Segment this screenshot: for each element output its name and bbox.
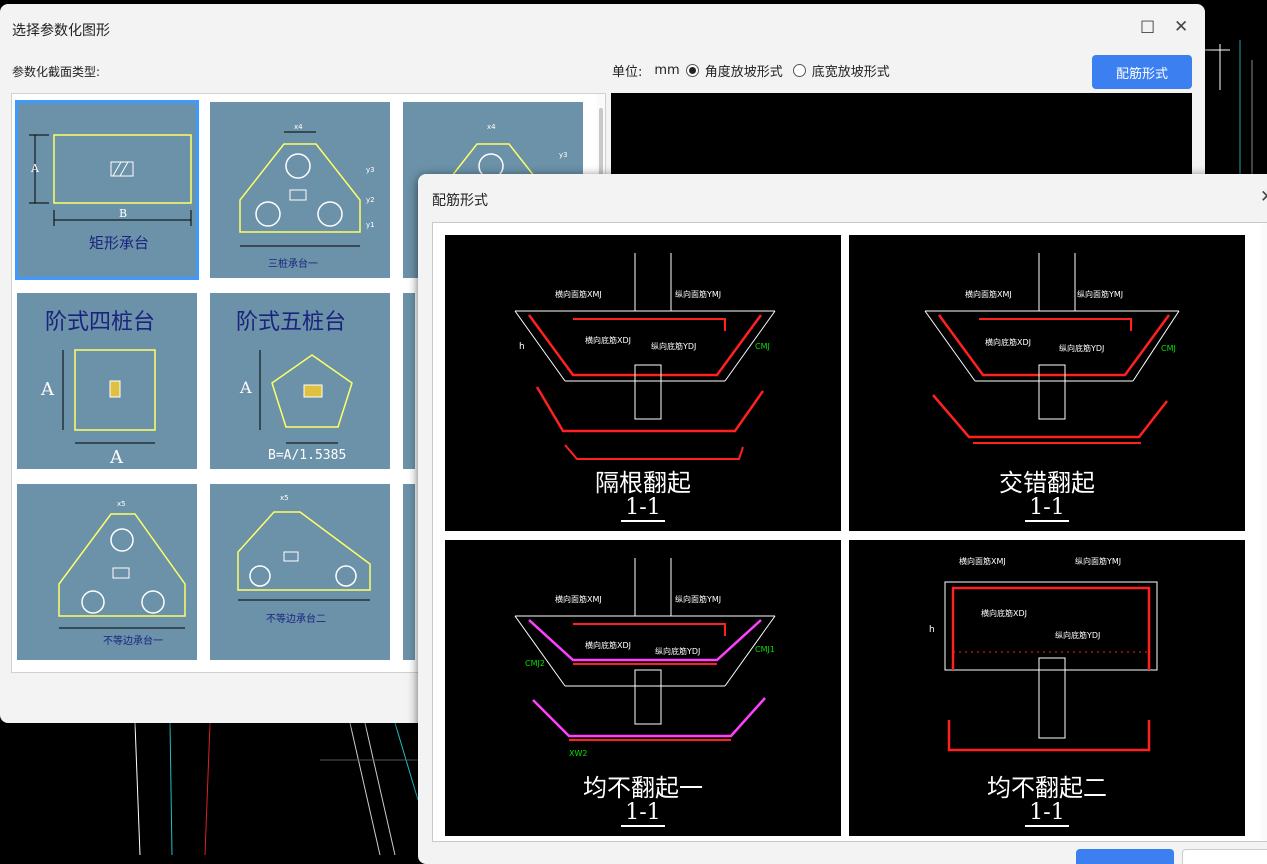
h-bot-label: 横向底筋XDJ [981, 608, 1027, 618]
dim-a: A [239, 378, 252, 397]
dim-y1: y1 [366, 221, 375, 229]
rebar-form-dialog: 配筋形式 ✕ 横向面筋XMJ 纵向面筋YMJ 横向底筋XDJ 纵向底筋YDJ C… [418, 174, 1267, 864]
tile-label: 矩形承台 [89, 234, 149, 252]
tile-unequal-cap-1[interactable]: x5 不等边承台一 [17, 484, 197, 660]
section-label: 1-1 [849, 495, 1245, 522]
section-label: 1-1 [849, 800, 1245, 827]
cmj2-label: CMJ2 [525, 659, 545, 668]
close-icon[interactable]: ✕ [1260, 189, 1267, 206]
v-bot-label: 纵向底筋YDJ [651, 341, 696, 351]
dim-y2: y2 [366, 196, 375, 204]
panel-staggered-bend[interactable]: 横向面筋XMJ 纵向面筋YMJ 横向底筋XDJ 纵向底筋YDJ CMJ 交错翻起… [849, 235, 1245, 531]
dim-x4: x4 [294, 123, 303, 131]
section-label: 1-1 [445, 495, 841, 522]
dim-a-vertical: A [40, 379, 55, 400]
panel-alternate-bend[interactable]: 横向面筋XMJ 纵向面筋YMJ 横向底筋XDJ 纵向底筋YDJ CMJ h 隔根… [445, 235, 841, 531]
three-pile-drawing: x4 y3 y2 y1 三桩承台一 [239, 123, 375, 270]
ok-button[interactable] [1076, 849, 1174, 864]
close-icon[interactable]: ✕ [1174, 19, 1188, 36]
v-top-label: 纵向面筋YMJ [675, 594, 721, 604]
v-top-label: 纵向面筋YMJ [1077, 289, 1123, 299]
dim-a: A [30, 162, 40, 175]
dim-y3: y3 [559, 151, 568, 159]
panel-caption: 均不翻起二 [987, 774, 1107, 802]
v-bot-label: 纵向底筋YDJ [655, 646, 700, 656]
tile-partial-6[interactable] [403, 293, 415, 469]
tile-partial-9[interactable] [403, 484, 415, 660]
h-label: h [519, 342, 525, 352]
tile-unequal-cap-2[interactable]: x5 不等边承台二 [210, 484, 390, 660]
tile-stepped-four-pile[interactable]: 阶式四桩台 A A [17, 293, 197, 469]
panel-caption: 交错翻起 [999, 469, 1095, 497]
tile-label: 阶式五桩台 [236, 310, 346, 335]
cmj-label: CMJ [755, 342, 770, 351]
h-top-label: 横向面筋XMJ [959, 556, 1006, 566]
h-top-label: 横向面筋XMJ [555, 289, 602, 299]
dim-b-formula: B=A/1.5385 [268, 448, 346, 463]
unit-label: 单位: [612, 65, 643, 80]
panel-scrollbar[interactable] [1261, 223, 1267, 841]
panel-caption: 均不翻起一 [583, 774, 703, 802]
angle-slope-label[interactable]: 角度放坡形式 [705, 61, 783, 80]
rebar-form-button[interactable]: 配筋形式 [1092, 55, 1192, 89]
dim-b: B [119, 207, 127, 220]
angle-slope-radio[interactable] [685, 64, 699, 77]
width-slope-label[interactable]: 底宽放坡形式 [812, 61, 890, 80]
h-label: h [929, 625, 935, 635]
width-slope-radio[interactable] [792, 64, 806, 77]
tile-label: 三桩承台一 [268, 257, 318, 270]
v-top-label: 纵向面筋YMJ [675, 289, 721, 299]
section-type-label: 参数化截面类型: [12, 65, 101, 79]
tile-three-pile-cap-1[interactable]: x4 y3 y2 y1 三桩承台一 [210, 102, 390, 278]
tile-stepped-five-pile[interactable]: 阶式五桩台 A B=A/1.5385 [210, 293, 390, 469]
dialog-title: 选择参数化图形 [12, 23, 110, 39]
v-bot-label: 纵向底筋YDJ [1055, 630, 1100, 640]
h-top-label: 横向面筋XMJ [965, 289, 1012, 299]
h-bot-label: 横向底筋XDJ [585, 335, 631, 345]
rect-cap-drawing: A B 矩形承台 [29, 134, 192, 252]
unequal-2-drawing: x5 不等边承台二 [237, 494, 371, 625]
section-label: 1-1 [445, 800, 841, 827]
maximize-icon[interactable]: ☐ [1140, 20, 1155, 37]
dialog-title: 配筋形式 [432, 193, 488, 209]
dim-a-horizontal: A [109, 447, 124, 468]
panel-no-bend-1[interactable]: 横向面筋XMJ 纵向面筋YMJ 横向底筋XDJ 纵向底筋YDJ CMJ1 CMJ… [445, 540, 841, 836]
tile-label: 不等边承台二 [266, 612, 326, 625]
tile-label: 不等边承台一 [103, 634, 163, 647]
tile-rect-cap[interactable]: A B 矩形承台 [15, 100, 199, 280]
tile-label: 阶式四桩台 [45, 310, 155, 335]
cmj-label: CMJ [1161, 344, 1176, 353]
stepped-four-drawing: 阶式四桩台 A A [40, 310, 156, 468]
h-bot-label: 横向底筋XDJ [585, 640, 631, 650]
unequal-1-drawing: x5 不等边承台一 [58, 500, 186, 647]
dim-x4: x4 [487, 123, 496, 131]
cmj1-label: CMJ1 [755, 645, 775, 654]
dim-x5: x5 [280, 494, 289, 502]
panel-caption: 隔根翻起 [595, 469, 691, 497]
rebar-panel-frame: 横向面筋XMJ 纵向面筋YMJ 横向底筋XDJ 纵向底筋YDJ CMJ h 隔根… [432, 222, 1267, 842]
cancel-button[interactable] [1182, 849, 1267, 864]
v-bot-label: 纵向底筋YDJ [1059, 343, 1104, 353]
h-bot-label: 横向底筋XDJ [985, 337, 1031, 347]
v-top-label: 纵向面筋YMJ [1075, 556, 1121, 566]
unit-row: 单位: mm 角度放坡形式 底宽放坡形式 [612, 61, 890, 80]
panel-no-bend-2[interactable]: 横向面筋XMJ 纵向面筋YMJ 横向底筋XDJ 纵向底筋YDJ h 均不翻起二 … [849, 540, 1245, 836]
dim-y3: y3 [366, 166, 375, 174]
stepped-five-drawing: 阶式五桩台 A B=A/1.5385 [236, 310, 353, 463]
xw2-label: XW2 [569, 749, 587, 758]
dim-x5: x5 [117, 500, 126, 508]
unit-value: mm [654, 63, 680, 78]
h-top-label: 横向面筋XMJ [555, 594, 602, 604]
